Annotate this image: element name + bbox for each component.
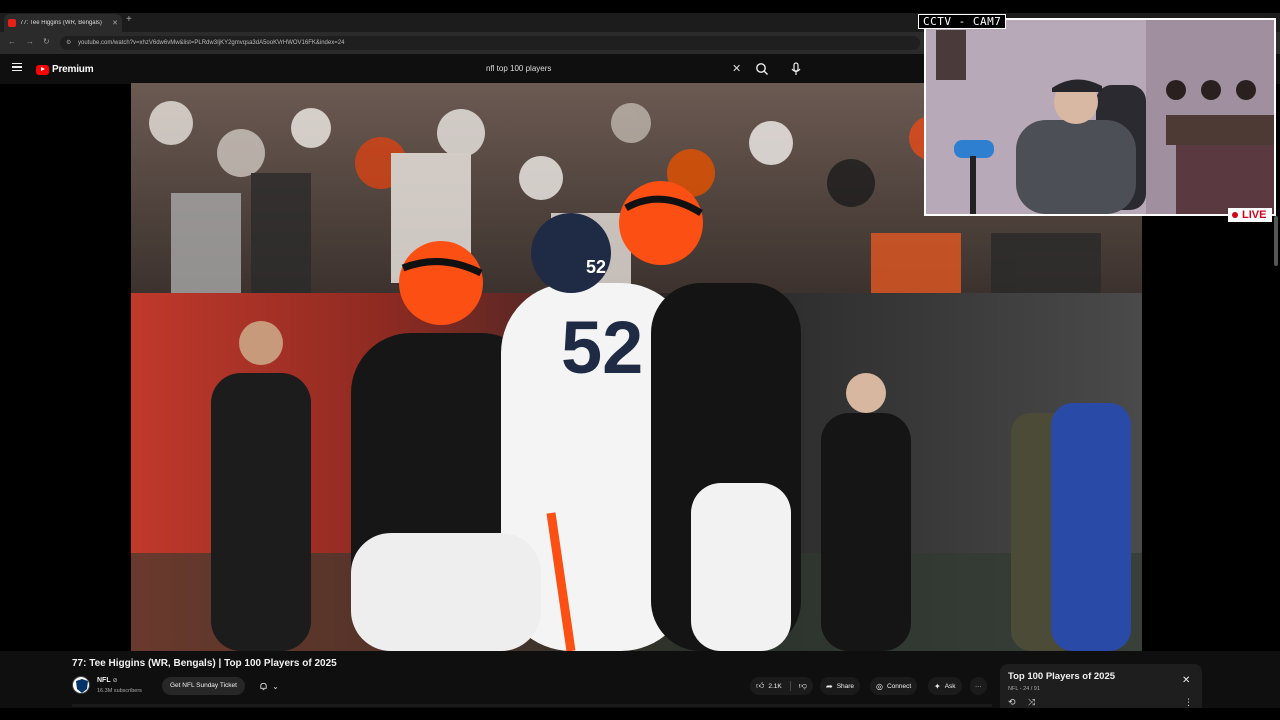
youtube-play-icon <box>36 64 49 75</box>
tab-close-icon[interactable]: ✕ <box>112 19 118 27</box>
playlist-more-icon[interactable]: ⋮ <box>1184 697 1193 708</box>
channel-name[interactable]: NFL ⊘ <box>97 677 118 684</box>
sparkle-icon: ✦ <box>934 681 941 691</box>
channel-name-text: NFL <box>97 677 111 684</box>
menu-icon[interactable] <box>12 63 22 71</box>
like-divider <box>789 681 791 691</box>
verified-icon: ⊘ <box>112 678 118 684</box>
subscriber-count: 16.3M subscribers <box>97 688 142 694</box>
streamer-hoodie <box>1016 120 1136 214</box>
like-dislike-group: 👍︎ 2.1K 👎︎ <box>750 677 813 695</box>
bell-icon <box>260 682 267 690</box>
playlist-title[interactable]: Top 100 Players of 2025 <box>1008 671 1115 682</box>
arrow-left-icon[interactable]: ← <box>8 37 16 46</box>
connect-button[interactable]: ◎ Connect <box>870 677 918 695</box>
logo-text: Premium <box>52 64 94 75</box>
broncos-helmet <box>531 213 611 293</box>
sofa <box>1176 145 1274 214</box>
video-title: 77: Tee Higgins (WR, Bengals) | Top 100 … <box>72 658 337 669</box>
channel-avatar[interactable] <box>72 676 90 694</box>
page-scrollbar[interactable] <box>1274 216 1278 266</box>
reload-icon[interactable]: ↻ <box>43 37 50 46</box>
thumbs-down-icon[interactable]: 👎︎ <box>799 681 807 691</box>
official-figure <box>821 413 911 651</box>
microphone-icon[interactable] <box>789 61 803 77</box>
address-bar[interactable]: ⚙ youtube.com/watch?v=xhzV6dw6vMw&list=P… <box>60 36 920 50</box>
coach-figure <box>211 373 311 651</box>
tab-title: 77: Tee Higgins (WR, Bengals) <box>20 20 102 26</box>
bengals-helmet <box>399 241 483 325</box>
webcam-feed <box>926 20 1274 214</box>
divider <box>72 704 992 707</box>
svg-text:52: 52 <box>561 306 643 389</box>
playlist-meta: NFL - 24 / 91 <box>1008 686 1040 692</box>
connect-label: Connect <box>886 682 912 690</box>
youtube-favicon-icon <box>8 19 16 27</box>
url-text: youtube.com/watch?v=xhzV6dw6vMw&list=PLR… <box>78 40 345 46</box>
webcam-overlay <box>924 18 1276 216</box>
qb-helmet <box>619 181 703 265</box>
chevron-down-icon: ⌄ <box>272 681 279 691</box>
playlist-close-icon[interactable]: ✕ <box>1182 675 1190 686</box>
new-tab-button[interactable]: + <box>126 14 132 25</box>
ask-label: Ask <box>944 682 956 690</box>
shuffle-icon[interactable]: ⤨ <box>1028 697 1035 708</box>
clear-search-icon[interactable]: ✕ <box>732 62 741 75</box>
like-count[interactable]: 2.1K <box>768 683 781 690</box>
share-label: Share <box>836 682 855 690</box>
thumbs-up-icon[interactable]: 👍︎ <box>756 681 764 691</box>
site-info-icon[interactable]: ⚙ <box>66 39 71 46</box>
svg-text:52: 52 <box>586 257 606 277</box>
connect-icon: ◎ <box>876 681 883 691</box>
notifications-button[interactable]: ⌄ <box>252 677 286 695</box>
more-actions-button[interactable]: ··· <box>970 677 987 695</box>
more-icon: ··· <box>975 682 982 690</box>
youtube-logo[interactable]: Premium <box>36 64 94 75</box>
search-input[interactable]: nfl top 100 players <box>478 61 746 78</box>
share-icon: ➦ <box>826 681 833 691</box>
arrow-right-icon[interactable]: → <box>26 37 34 46</box>
live-badge: LIVE <box>1228 208 1273 222</box>
ask-button[interactable]: ✦ Ask <box>928 677 962 695</box>
cam-label: CCTV - CAM7 <box>918 14 1007 29</box>
browser-tab[interactable]: 77: Tee Higgins (WR, Bengals) ✕ <box>4 14 122 32</box>
search-icon[interactable] <box>754 61 770 77</box>
screen-bottom-border <box>0 708 1280 720</box>
microphone <box>954 140 994 158</box>
screen-top-border <box>0 0 1280 13</box>
sunday-ticket-button[interactable]: Get NFL Sunday Ticket <box>162 677 245 695</box>
loop-icon[interactable]: ⟲ <box>1008 697 1016 708</box>
share-button[interactable]: ➦ Share <box>820 677 861 695</box>
